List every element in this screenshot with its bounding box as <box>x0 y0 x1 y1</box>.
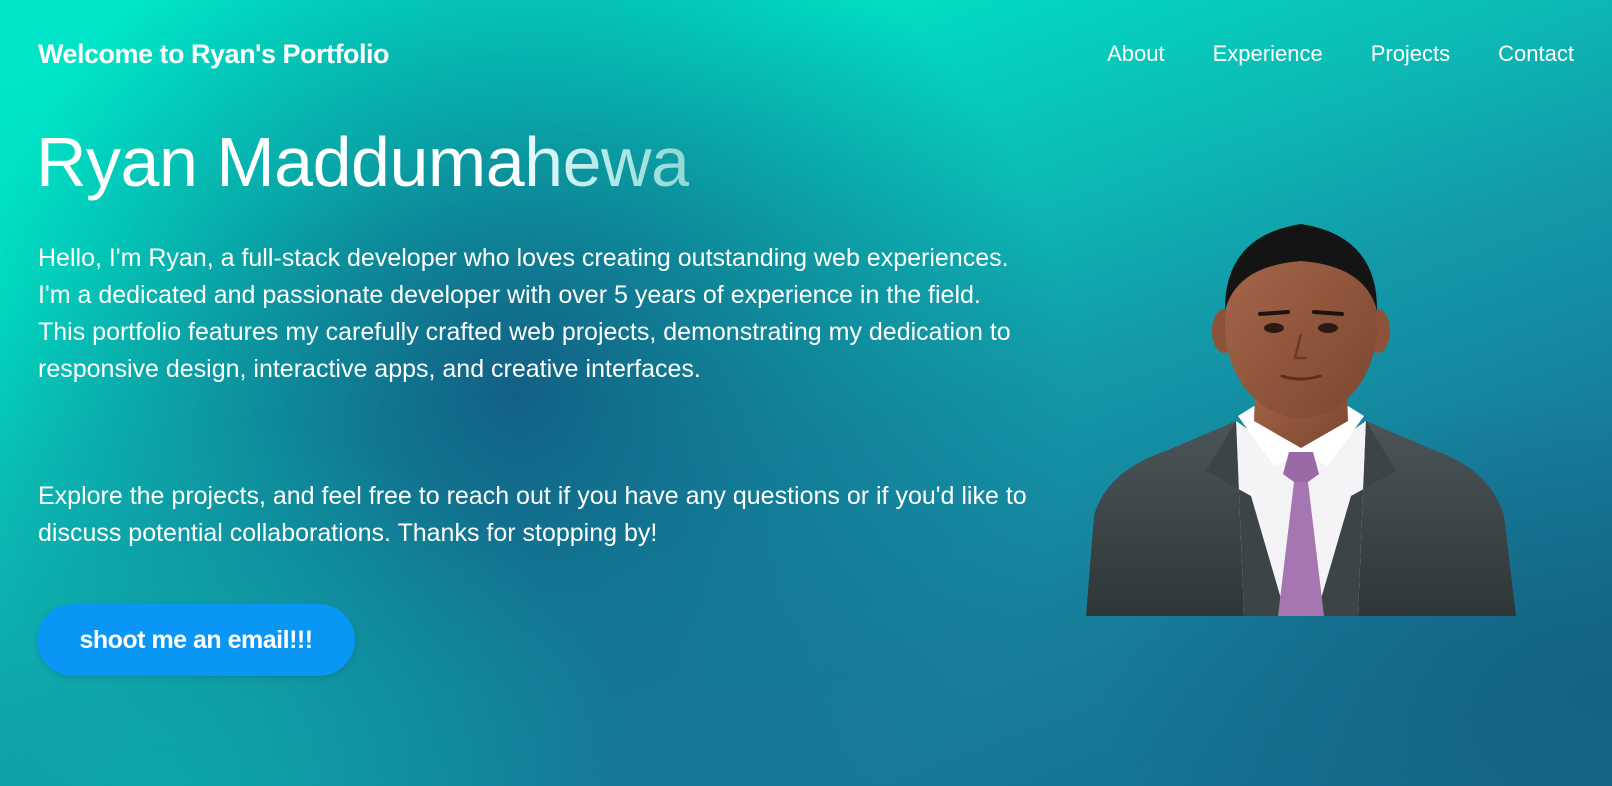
portrait-photo <box>1086 224 1516 616</box>
hero-name-faded: hewa <box>524 123 690 201</box>
nav-link-experience[interactable]: Experience <box>1213 41 1323 67</box>
nav-link-about[interactable]: About <box>1107 41 1165 67</box>
top-navbar: Welcome to Ryan's Portfolio About Experi… <box>0 0 1612 108</box>
email-button[interactable]: shoot me an email!!! <box>37 604 355 676</box>
bio-paragraph-intro: Hello, I'm Ryan, a full-stack developer … <box>38 244 1011 383</box>
site-brand[interactable]: Welcome to Ryan's Portfolio <box>38 39 389 70</box>
nav-link-projects[interactable]: Projects <box>1371 41 1450 67</box>
hero-name: Ryan Maddumahewa <box>36 122 690 202</box>
nav-links: About Experience Projects Contact <box>1107 41 1574 67</box>
nav-link-contact[interactable]: Contact <box>1498 41 1574 67</box>
hero-name-main: Ryan Madduma <box>36 123 525 201</box>
bio-paragraph-outro: Explore the projects, and feel free to r… <box>38 482 1027 547</box>
